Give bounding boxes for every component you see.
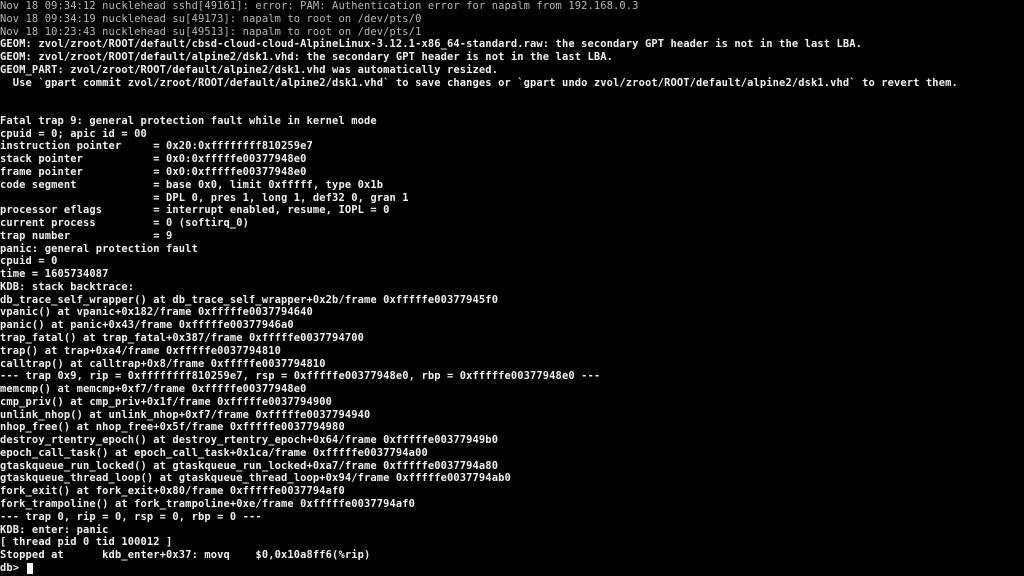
console-line: cpuid = 0; apic id = 00 bbox=[0, 127, 147, 140]
console-line: trap number = 9 bbox=[0, 229, 173, 242]
console-line: = DPL 0, pres 1, long 1, def32 0, gran 1 bbox=[0, 191, 409, 204]
console-line: Stopped at kdb_enter+0x37: movq $0,0x10a… bbox=[0, 549, 371, 562]
console-line: trap_fatal() at trap_fatal+0x387/frame 0… bbox=[0, 332, 364, 345]
console-line: frame pointer = 0x0:0xfffffe00377948e0 bbox=[0, 166, 307, 178]
console-line: unlink_nhop() at unlink_nhop+0xf7/frame … bbox=[0, 408, 371, 421]
console-line: instruction pointer = 0x20:0xffffffff810… bbox=[0, 140, 313, 153]
console-line: epoch_call_task() at epoch_call_task+0x1… bbox=[0, 446, 428, 459]
syslog-line: Nov 18 10:23:43 nucklehead su[49513]: na… bbox=[0, 25, 422, 38]
console-line: gtaskqueue_thread_loop() at gtaskqueue_t… bbox=[0, 472, 511, 485]
console-line: db_trace_self_wrapper() at db_trace_self… bbox=[0, 293, 499, 306]
console-line: panic: general protection fault bbox=[0, 242, 198, 255]
console-line: panic() at panic+0x43/frame 0xfffffe0037… bbox=[0, 319, 294, 332]
console-line: [ thread pid 0 tid 100012 ] bbox=[0, 536, 173, 549]
console-line: code segment = base 0x0, limit 0xfffff, … bbox=[0, 178, 384, 191]
console-line: Fatal trap 9: general protection fault w… bbox=[0, 114, 377, 127]
console-line: Use `gpart commit zvol/zroot/ROOT/defaul… bbox=[0, 76, 958, 89]
prompt-label: db> bbox=[0, 561, 26, 574]
debugger-prompt-line[interactable]: db> bbox=[0, 562, 33, 575]
syslog-line: Nov 18 09:34:12 nucklehead sshd[49161]: … bbox=[0, 0, 639, 12]
console-line: GEOM: zvol/zroot/ROOT/default/alpine2/ds… bbox=[0, 51, 614, 64]
kernel-debugger-console[interactable]: Nov 18 09:34:12 nucklehead sshd[49161]: … bbox=[0, 0, 1024, 576]
console-line: stack pointer = 0x0:0xfffffe00377948e0 bbox=[0, 153, 307, 166]
console-line: time = 1605734087 bbox=[0, 268, 109, 281]
console-line: destroy_rtentry_epoch() at destroy_rtent… bbox=[0, 434, 499, 447]
console-line: calltrap() at calltrap+0x8/frame 0xfffff… bbox=[0, 357, 326, 370]
console-line: KDB: stack backtrace: bbox=[0, 280, 135, 293]
console-line: --- trap 0, rip = 0, rsp = 0, rbp = 0 --… bbox=[0, 510, 262, 523]
console-line: gtaskqueue_run_locked() at gtaskqueue_ru… bbox=[0, 459, 499, 472]
console-line: processor eflags = interrupt enabled, re… bbox=[0, 204, 390, 217]
console-line: trap() at trap+0xa4/frame 0xfffffe003779… bbox=[0, 344, 281, 357]
console-line: fork_trampoline() at fork_trampoline+0xe… bbox=[0, 498, 416, 511]
console-line: cmp_priv() at cmp_priv+0x1f/frame 0xffff… bbox=[0, 395, 333, 408]
text-cursor bbox=[26, 562, 33, 574]
console-line: current process = 0 (softirq_0) bbox=[0, 217, 250, 230]
syslog-line: Nov 18 09:34:19 nucklehead su[49173]: na… bbox=[0, 12, 422, 25]
console-line: cpuid = 0 bbox=[0, 255, 58, 268]
console-line: --- trap 0x9, rip = 0xffffffff810259e7, … bbox=[0, 370, 601, 383]
console-line: memcmp() at memcmp+0xf7/frame 0xfffffe00… bbox=[0, 383, 307, 396]
console-line: GEOM: zvol/zroot/ROOT/default/cbsd-cloud… bbox=[0, 38, 863, 51]
console-line: nhop_free() at nhop_free+0x5f/frame 0xff… bbox=[0, 421, 345, 434]
console-line: fork_exit() at fork_exit+0x80/frame 0xff… bbox=[0, 485, 345, 498]
console-line: vpanic() at vpanic+0x182/frame 0xfffffe0… bbox=[0, 306, 313, 319]
console-line: KDB: enter: panic bbox=[0, 523, 109, 536]
console-line: GEOM_PART: zvol/zroot/ROOT/default/alpin… bbox=[0, 63, 499, 76]
